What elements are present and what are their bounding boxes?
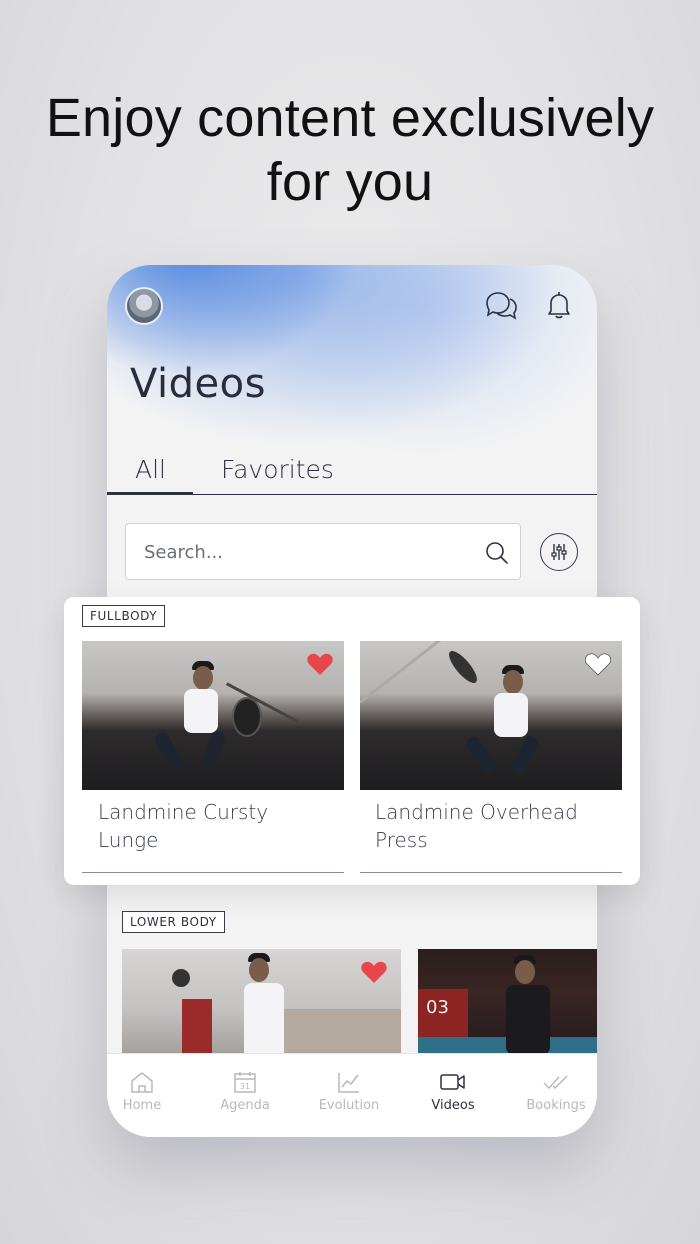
avatar[interactable]	[125, 287, 163, 325]
calendar-day: 31	[240, 1082, 250, 1091]
search-placeholder: Search...	[144, 542, 224, 563]
divider	[360, 872, 622, 873]
nav-agenda[interactable]: 31 Agenda	[200, 1070, 290, 1113]
headline: Enjoy content exclusively for you	[0, 86, 700, 214]
heart-icon[interactable]	[306, 651, 334, 677]
nav-bookings[interactable]: Bookings	[511, 1070, 597, 1113]
nav-videos[interactable]: Videos	[408, 1070, 498, 1113]
section-badge: LOWER BODY	[122, 911, 225, 933]
sliders-icon	[551, 544, 567, 560]
nav-label-videos: Videos	[431, 1098, 475, 1113]
headline-line-2: for you	[266, 152, 434, 212]
nav-label-home: Home	[122, 1098, 162, 1113]
video-title[interactable]: Landmine Cursty Lunge	[98, 798, 268, 854]
video-thumbnail[interactable]: 03	[418, 949, 597, 1059]
double-check-icon	[543, 1075, 568, 1090]
chat-icon[interactable]	[483, 287, 519, 323]
divider	[82, 872, 344, 873]
nav-label-evolution: Evolution	[318, 1098, 380, 1113]
video-title-line-2: Lunge	[98, 828, 159, 852]
video-title[interactable]: Landmine Overhead Press	[375, 798, 578, 854]
bottom-nav: Home 31 Agenda Evolution Videos Bookings	[107, 1053, 597, 1137]
headline-line-1: Enjoy content exclusively	[45, 88, 655, 148]
video-thumbnail[interactable]	[82, 641, 344, 790]
video-thumbnail[interactable]	[360, 641, 622, 790]
home-icon	[131, 1072, 153, 1093]
search-input[interactable]: Search...	[125, 523, 521, 580]
video-title-line-2: Press	[375, 828, 428, 852]
bell-icon[interactable]	[541, 287, 577, 323]
nav-label-agenda: Agenda	[220, 1098, 270, 1113]
search-icon	[486, 542, 508, 564]
chart-icon	[338, 1073, 359, 1093]
tab-bar: All Favorites	[107, 445, 597, 495]
video-thumbnail[interactable]	[122, 949, 401, 1059]
heart-icon[interactable]	[360, 959, 388, 985]
filter-button[interactable]	[540, 533, 578, 571]
calendar-icon: 31	[234, 1072, 256, 1093]
video-title-line-1: Landmine Cursty	[98, 800, 269, 824]
video-section-card: FULLBODY Landmine Cursty Lunge Landmine …	[64, 597, 640, 885]
nav-evolution[interactable]: Evolution	[304, 1070, 394, 1113]
nav-home[interactable]: Home	[107, 1070, 187, 1113]
heart-outline-icon[interactable]	[584, 651, 612, 677]
page-title: Videos	[130, 361, 266, 407]
section-badge: FULLBODY	[82, 605, 166, 627]
tab-all[interactable]: All	[107, 455, 193, 495]
video-title-line-1: Landmine Overhead	[375, 800, 578, 824]
video-icon	[440, 1074, 465, 1090]
nav-label-bookings: Bookings	[526, 1098, 586, 1113]
tab-favorites[interactable]: Favorites	[221, 455, 334, 484]
